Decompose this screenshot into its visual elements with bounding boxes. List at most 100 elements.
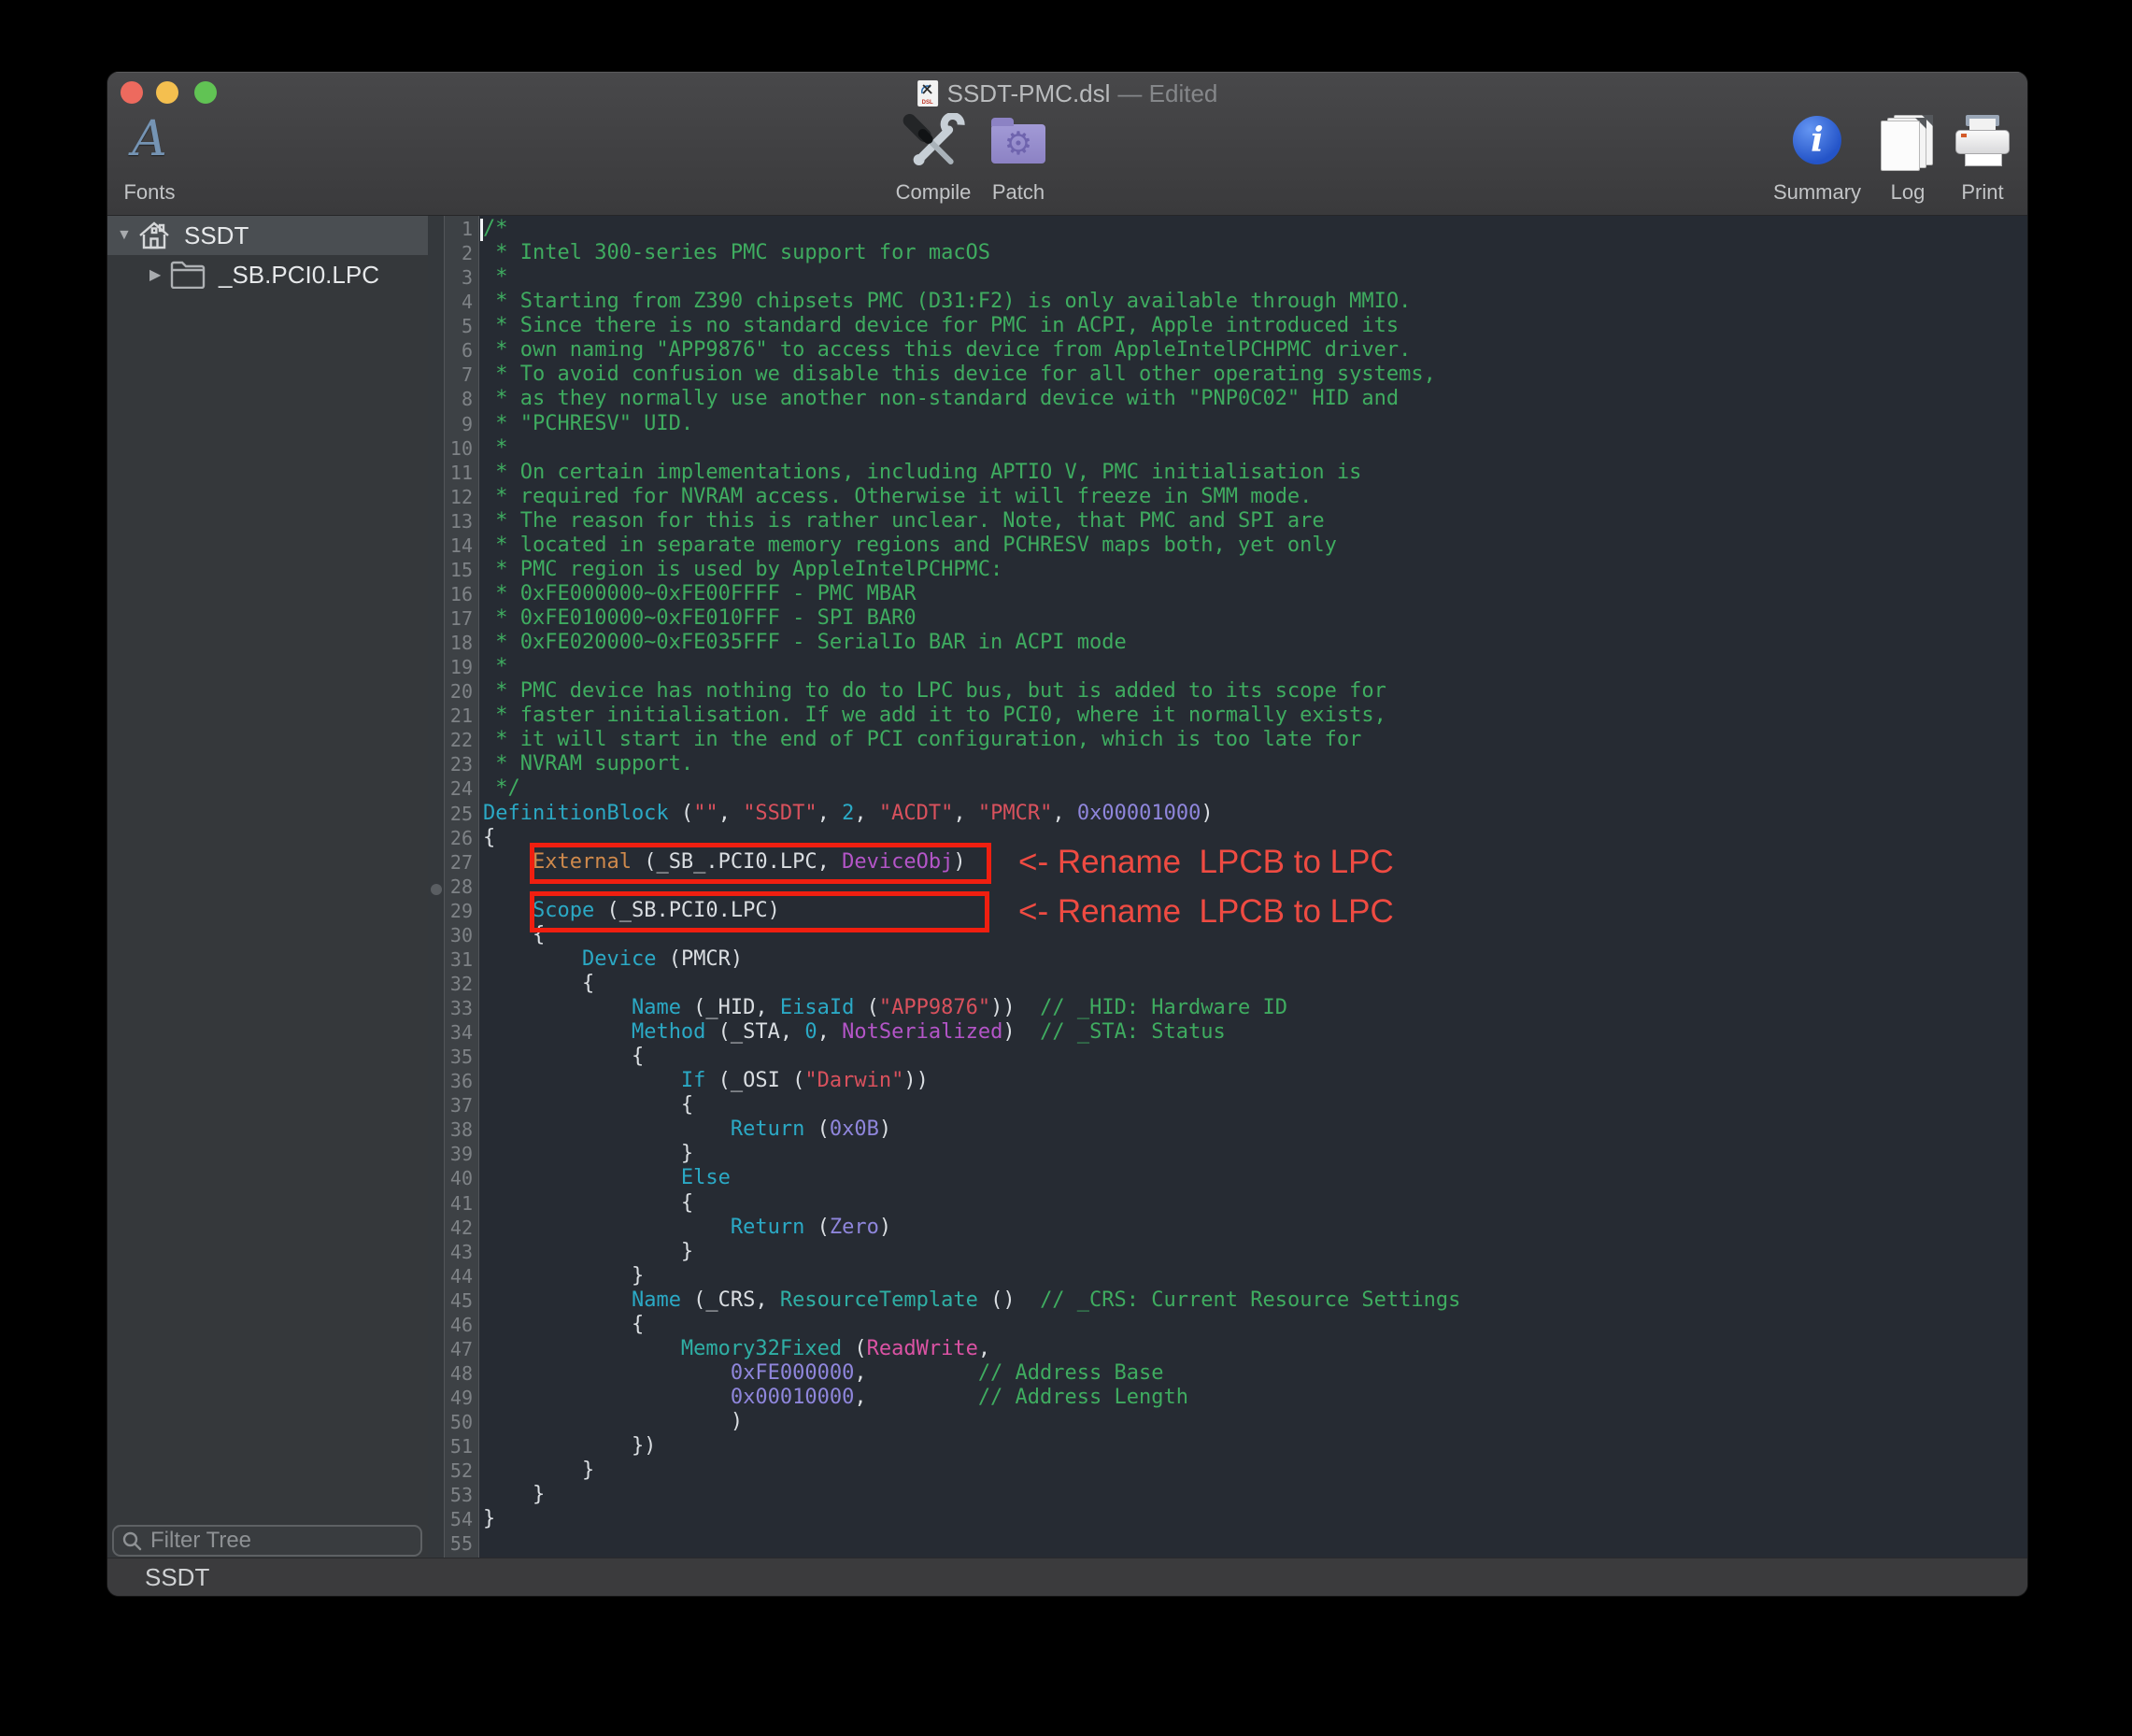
sidebar-item-ssdt[interactable]: ▼ SSDT bbox=[107, 216, 428, 255]
gutter-line-number: 45 bbox=[445, 1288, 473, 1313]
filter-tree-field bbox=[112, 1525, 422, 1557]
gutter-line-number: 1 bbox=[445, 217, 473, 241]
code-lines[interactable]: /* * Intel 300-series PMC support for ma… bbox=[479, 216, 2027, 1558]
compile-icon bbox=[901, 113, 966, 171]
code-line: * faster initialisation. If we add it to… bbox=[483, 704, 2027, 728]
code-line: * 0xFE020000~0xFE035FFF - SerialIo BAR i… bbox=[483, 631, 2027, 655]
gutter-line-number: 44 bbox=[445, 1264, 473, 1288]
gutter-line-number: 5 bbox=[445, 314, 473, 338]
gutter-line-number: 26 bbox=[445, 826, 473, 850]
code-line: ) bbox=[483, 1410, 2027, 1434]
gutter-line-number: 28 bbox=[445, 875, 473, 899]
compile-button[interactable]: Compile bbox=[896, 113, 972, 205]
log-pages-icon bbox=[1881, 115, 1935, 171]
annotation-text-external: <- Rename LPCB to LPC bbox=[1018, 842, 1394, 883]
code-line: Device (PMCR) bbox=[483, 947, 2027, 972]
gutter-line-number: 16 bbox=[445, 582, 473, 606]
gutter-line-number: 31 bbox=[445, 947, 473, 972]
code-line: * Starting from Z390 chipsets PMC (D31:F… bbox=[483, 290, 2027, 314]
annotation-box-scope bbox=[530, 891, 989, 932]
printer-icon bbox=[1955, 115, 2010, 171]
disclosure-right-icon[interactable]: ▶ bbox=[149, 265, 170, 284]
patch-label: Patch bbox=[992, 180, 1045, 205]
gutter-line-number: 41 bbox=[445, 1191, 473, 1216]
code-editor[interactable]: 1234567891011121314151617181920212223242… bbox=[428, 216, 2027, 1558]
folder-icon bbox=[170, 261, 206, 289]
code-line: { bbox=[483, 972, 2027, 996]
summary-button[interactable]: i Summary bbox=[1773, 113, 1861, 205]
gutter-line-number: 6 bbox=[445, 338, 473, 363]
code-line: } bbox=[483, 1240, 2027, 1264]
code-line: * bbox=[483, 436, 2027, 461]
minimize-button[interactable] bbox=[156, 81, 178, 104]
disclosure-down-icon[interactable]: ▼ bbox=[117, 227, 137, 244]
code-line: * PMC device has nothing to do to LPC bu… bbox=[483, 679, 2027, 704]
code-line: * Intel 300-series PMC support for macOS bbox=[483, 241, 2027, 265]
gutter-line-number: 32 bbox=[445, 972, 473, 996]
gutter-line-number: 55 bbox=[445, 1531, 473, 1556]
gutter-line-number: 50 bbox=[445, 1410, 473, 1434]
code-line: { bbox=[483, 1045, 2027, 1069]
code-line: } bbox=[483, 1142, 2027, 1166]
code-line: 0x00010000, // Address Length bbox=[483, 1386, 2027, 1410]
code-line: * it will start in the end of PCI config… bbox=[483, 728, 2027, 752]
code-line: Else bbox=[483, 1166, 2027, 1190]
gutter-line-number: 20 bbox=[445, 679, 473, 704]
gutter-numbers: 1234567891011121314151617181920212223242… bbox=[444, 216, 479, 1558]
code-line: Method (_STA, 0, NotSerialized) // _STA:… bbox=[483, 1020, 2027, 1045]
code-line: * bbox=[483, 265, 2027, 290]
gutter-line-number: 30 bbox=[445, 923, 473, 947]
window-title: SSDT-PMC.dsl bbox=[947, 79, 1111, 108]
code-line: * The reason for this is rather unclear.… bbox=[483, 509, 2027, 534]
code-line: Name (_HID, EisaId ("APP9876")) // _HID:… bbox=[483, 996, 2027, 1020]
code-line: Return (0x0B) bbox=[483, 1117, 2027, 1142]
patch-button[interactable]: ⚙ Patch bbox=[991, 113, 1045, 205]
gutter-line-number: 39 bbox=[445, 1142, 473, 1166]
text-caret bbox=[480, 219, 483, 241]
code-line: * required for NVRAM access. Otherwise i… bbox=[483, 485, 2027, 509]
code-line: { bbox=[483, 1191, 2027, 1216]
fonts-button[interactable]: A Fonts bbox=[123, 113, 175, 205]
gutter-line-number: 53 bbox=[445, 1483, 473, 1507]
window-header: DSL SSDT-PMC.dsl — Edited A Fonts bbox=[107, 72, 2027, 216]
gutter-line-number: 46 bbox=[445, 1313, 473, 1337]
code-line bbox=[483, 1531, 2027, 1556]
gutter-line-number: 34 bbox=[445, 1020, 473, 1045]
gutter-line-number: 7 bbox=[445, 363, 473, 387]
gutter-line-number: 12 bbox=[445, 485, 473, 509]
code-line: { bbox=[483, 1093, 2027, 1117]
filter-tree-input[interactable] bbox=[149, 1527, 420, 1555]
document-icon-dsl-label: DSL bbox=[917, 100, 938, 106]
gutter-line-number: 38 bbox=[445, 1117, 473, 1142]
log-button[interactable]: Log bbox=[1881, 113, 1935, 205]
close-button[interactable] bbox=[121, 81, 143, 104]
gutter-line-number: 54 bbox=[445, 1507, 473, 1531]
code-line: * Since there is no standard device for … bbox=[483, 314, 2027, 338]
gutter-line-number: 29 bbox=[445, 899, 473, 923]
code-line: * located in separate memory regions and… bbox=[483, 534, 2027, 558]
annotation-text-scope: <- Rename LPCB to LPC bbox=[1018, 891, 1394, 932]
maciasl-window: DSL SSDT-PMC.dsl — Edited A Fonts bbox=[107, 72, 2027, 1596]
gutter-line-number: 33 bbox=[445, 996, 473, 1020]
gutter-line-number: 49 bbox=[445, 1386, 473, 1410]
code-line: * "PCHRESV" UID. bbox=[483, 412, 2027, 436]
fonts-icon: A bbox=[132, 113, 167, 165]
code-line: /* bbox=[483, 217, 2027, 241]
code-line: * as they normally use another non-stand… bbox=[483, 387, 2027, 411]
code-line: * 0xFE000000~0xFE00FFFF - PMC MBAR bbox=[483, 582, 2027, 606]
print-button[interactable]: Print bbox=[1955, 113, 2010, 205]
gutter-line-number: 47 bbox=[445, 1337, 473, 1361]
gear-icon: ⚙ bbox=[1004, 128, 1032, 160]
gutter-line-number: 18 bbox=[445, 631, 473, 655]
code-line: Name (_CRS, ResourceTemplate () // _CRS:… bbox=[483, 1288, 2027, 1313]
code-line: } bbox=[483, 1483, 2027, 1507]
code-line: 0xFE000000, // Address Base bbox=[483, 1361, 2027, 1386]
gutter-line-number: 27 bbox=[445, 850, 473, 875]
code-line: Return (Zero) bbox=[483, 1216, 2027, 1240]
gutter-line-number: 51 bbox=[445, 1434, 473, 1459]
sidebar-item-sb-pci0-lpc[interactable]: ▶ _SB.PCI0.LPC bbox=[107, 255, 428, 294]
gutter-line-number: 2 bbox=[445, 241, 473, 265]
gutter-line-number: 35 bbox=[445, 1045, 473, 1069]
zoom-button[interactable] bbox=[194, 81, 217, 104]
gutter-line-number: 25 bbox=[445, 802, 473, 826]
